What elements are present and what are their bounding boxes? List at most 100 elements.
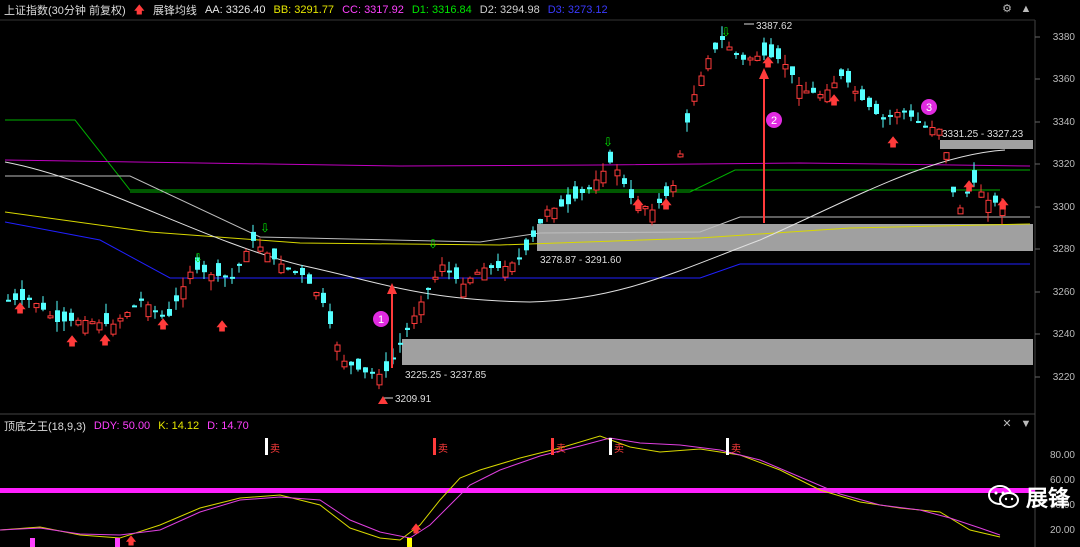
sell-marker-bar xyxy=(726,438,729,455)
zone-low-label: 3225.25 - 3237.85 xyxy=(405,370,487,381)
candle-body xyxy=(20,289,25,300)
candle-body xyxy=(796,85,803,99)
candle-body xyxy=(411,315,418,324)
kdj-tick: 80.00 xyxy=(1050,450,1075,461)
buy-arrow-icon: 🡅 xyxy=(632,197,644,211)
price-axis-ticks xyxy=(1035,36,1040,378)
candle-body xyxy=(573,186,578,199)
price-tick: 3280 xyxy=(1053,244,1076,255)
candle-body xyxy=(187,271,194,280)
candle-body xyxy=(874,103,879,114)
candle-body xyxy=(776,48,781,59)
candle-body xyxy=(405,327,410,330)
price-chart[interactable]: 3380 3360 3340 3320 3300 3280 3260 3240 … xyxy=(0,0,1080,547)
candle-body xyxy=(502,266,509,278)
candle-body xyxy=(349,361,354,366)
low-label: 3209.91 xyxy=(395,394,432,405)
candle-body xyxy=(27,297,32,300)
candle-body xyxy=(929,127,936,136)
candle-body xyxy=(216,263,221,276)
candle-body xyxy=(384,361,389,372)
candle-body xyxy=(817,94,824,99)
candle-body xyxy=(153,310,158,313)
candle-body xyxy=(328,311,333,324)
wechat-logo-icon xyxy=(987,484,1020,510)
candle-body xyxy=(460,283,467,298)
price-tick: 3380 xyxy=(1053,32,1076,43)
candle-body xyxy=(677,153,684,158)
sell-marker-label: 卖 xyxy=(438,443,448,455)
marker-2: 2 xyxy=(766,112,782,128)
sell-marker-label: 卖 xyxy=(614,443,624,455)
high-label: 3387.62 xyxy=(756,21,793,32)
buy-arrow-icon: 🡅 xyxy=(66,334,78,348)
candle-body xyxy=(356,358,361,370)
watermark: 展锋 xyxy=(987,481,1070,513)
candle-body xyxy=(376,373,383,386)
candle-body xyxy=(566,194,571,205)
sell-marker-bar xyxy=(433,438,436,455)
candle-body xyxy=(13,293,18,300)
candle-body xyxy=(705,58,712,70)
sell-arrow-icon: ⇩ xyxy=(428,237,438,251)
candle-body xyxy=(467,277,474,284)
sell-marker-label: 卖 xyxy=(270,443,280,455)
cc-magenta-line xyxy=(4,159,1031,167)
candle-body xyxy=(75,319,82,326)
candle-body xyxy=(741,54,746,60)
candle-body xyxy=(208,274,215,282)
sell-arrow-icon: ⇩ xyxy=(193,251,203,265)
candle-body xyxy=(321,292,326,303)
sell-arrow-icon: ⇩ xyxy=(260,221,270,235)
price-axis: 3380 3360 3340 3320 3300 3280 3260 3240 … xyxy=(1053,32,1076,383)
candle-body xyxy=(670,185,677,193)
price-tick: 3260 xyxy=(1053,287,1076,298)
buy-arrow-icon: 🡅 xyxy=(157,317,169,331)
candle-body xyxy=(474,271,481,275)
candle-body xyxy=(559,199,564,207)
candle-body xyxy=(803,90,810,94)
sell-marker-bar xyxy=(551,438,554,455)
candle-body xyxy=(264,252,271,263)
candle-body xyxy=(447,270,452,273)
candle-body xyxy=(33,303,40,309)
watermark-text: 展锋 xyxy=(1025,486,1070,511)
buy-arrow-icon: 🡅 xyxy=(99,333,111,347)
price-tick: 3220 xyxy=(1053,372,1076,383)
candle-body xyxy=(894,112,901,118)
candle-body xyxy=(104,313,109,324)
candle-body xyxy=(839,69,844,76)
candle-body xyxy=(398,342,403,345)
buy-arrow-icon: 🡅 xyxy=(828,93,840,107)
price-tick: 3360 xyxy=(1053,74,1076,85)
candle-body xyxy=(608,151,613,163)
candle-body xyxy=(89,321,96,325)
candle-body xyxy=(664,186,669,196)
sell-marker-bar xyxy=(265,438,268,455)
candle-body xyxy=(432,276,439,280)
candle-body xyxy=(985,199,992,213)
candle-body xyxy=(860,89,865,100)
sell-marker-label: 卖 xyxy=(731,443,741,455)
marker-3: 3 xyxy=(921,99,937,115)
candle-body xyxy=(223,275,228,278)
support-zone-low xyxy=(402,339,1033,365)
zone-mid-label: 3278.87 - 3291.60 xyxy=(540,255,622,266)
svg-text:1: 1 xyxy=(378,314,384,326)
candle-body xyxy=(489,265,494,268)
candle-body xyxy=(363,367,368,373)
candle-body xyxy=(902,110,907,113)
candle-body xyxy=(286,267,291,270)
buy-marker-bar xyxy=(407,538,412,547)
candle-body xyxy=(6,299,11,302)
candle-body xyxy=(734,53,739,56)
candle-body xyxy=(852,90,859,94)
candle-body xyxy=(951,186,956,193)
candle-body xyxy=(251,231,256,241)
candle-body xyxy=(923,125,928,128)
candle-body xyxy=(551,207,558,220)
candle-body xyxy=(47,315,54,319)
buy-marker-bar xyxy=(115,538,120,547)
candle-body xyxy=(55,310,60,322)
candle-body xyxy=(426,287,431,290)
